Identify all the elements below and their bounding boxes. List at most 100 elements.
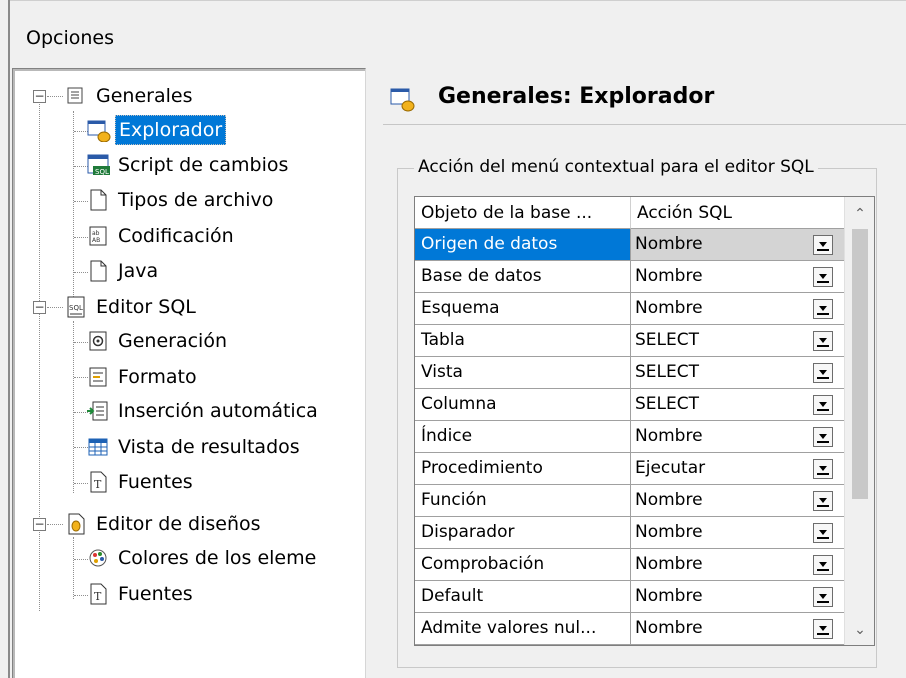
tree-item-java[interactable]: Java [87, 255, 161, 287]
scrollbar-thumb[interactable] [852, 229, 868, 499]
sql-action-select[interactable]: Nombre [631, 421, 845, 453]
sql-action-value: Ejecutar [635, 458, 706, 478]
db-object-cell[interactable]: Disparador [415, 517, 631, 549]
sql-action-select[interactable]: Nombre [631, 261, 845, 293]
dropdown-arrow-icon[interactable] [813, 555, 833, 575]
collapse-generales-toggle[interactable]: − [33, 90, 46, 103]
palette-icon [87, 546, 109, 570]
table-row[interactable]: Default Nombre [415, 581, 845, 613]
scroll-down-icon[interactable]: ⌄ [845, 615, 874, 645]
tree-item-label: Script de cambios [118, 154, 289, 176]
dropdown-arrow-icon[interactable] [813, 331, 833, 351]
dropdown-arrow-icon[interactable] [813, 235, 833, 255]
tree-hline [47, 524, 63, 525]
tree-hline [47, 96, 63, 97]
tree-item-editor-de-disenos[interactable]: Editor de diseños [65, 508, 264, 540]
dropdown-arrow-icon[interactable] [813, 619, 833, 639]
tree-hline [74, 237, 88, 238]
db-object-cell[interactable]: Vista [415, 357, 631, 389]
table-row[interactable]: Admite valores nul... Nombre [415, 613, 845, 645]
window-title: Opciones [26, 27, 114, 49]
sql-action-select[interactable]: Nombre [631, 517, 845, 549]
dropdown-arrow-icon[interactable] [813, 523, 833, 543]
tree-item-label: Explorador [115, 115, 227, 145]
insert-icon [87, 399, 109, 423]
table-row[interactable]: Procedimiento Ejecutar [415, 453, 845, 485]
column-header-object[interactable]: Objeto de la base ... [415, 197, 631, 229]
table-row[interactable]: Base de datos Nombre [415, 261, 845, 293]
db-object-cell[interactable]: Índice [415, 421, 631, 453]
sql-action-select[interactable]: Nombre [631, 229, 845, 261]
table-row[interactable]: Comprobación Nombre [415, 549, 845, 581]
sql-editor-icon: SQL [65, 295, 87, 319]
db-object-cell[interactable]: Admite valores nul... [415, 613, 631, 645]
grid-scrollbar[interactable]: ⌃ ⌄ [844, 197, 874, 645]
scroll-up-icon[interactable]: ⌃ [845, 199, 874, 229]
dropdown-arrow-icon[interactable] [813, 427, 833, 447]
sql-action-select[interactable]: Nombre [631, 549, 845, 581]
dropdown-arrow-icon[interactable] [813, 267, 833, 287]
dropdown-arrow-icon[interactable] [813, 299, 833, 319]
tree-item-vista-de-resultados[interactable]: Vista de resultados [87, 431, 303, 463]
sql-action-select[interactable]: SELECT [631, 325, 845, 357]
sql-action-value: Nombre [635, 234, 703, 254]
options-tree[interactable]: − Generales Explorador SQL Script de cam… [12, 68, 366, 678]
sql-action-grid[interactable]: Objeto de la base ... Acción SQL Origen … [414, 196, 875, 646]
tree-item-label: Generación [118, 330, 227, 352]
tree-item-insercion-automatica[interactable]: Inserción automática [87, 395, 321, 427]
tree-hline [74, 272, 88, 273]
file-icon [87, 188, 109, 212]
db-object-cell[interactable]: Comprobación [415, 549, 631, 581]
tree-hline [74, 201, 88, 202]
tree-item-generales[interactable]: Generales [65, 80, 195, 112]
sql-action-select[interactable]: Ejecutar [631, 453, 845, 485]
table-row[interactable]: Esquema Nombre [415, 293, 845, 325]
tree-connector-editor-disenos [73, 537, 74, 599]
db-object-cell[interactable]: Origen de datos [415, 229, 631, 261]
collapse-editor-disenos-toggle[interactable]: − [33, 518, 46, 531]
dropdown-arrow-icon[interactable] [813, 459, 833, 479]
tree-item-colores[interactable]: Colores de los eleme [87, 542, 319, 574]
db-object-cell[interactable]: Default [415, 581, 631, 613]
tree-item-explorador[interactable]: Explorador [87, 114, 227, 146]
db-object-cell[interactable]: Procedimiento [415, 453, 631, 485]
tree-hline [74, 342, 88, 343]
tree-item-script-de-cambios[interactable]: SQL Script de cambios [87, 149, 291, 181]
tree-connector-root [39, 101, 40, 611]
sql-action-select[interactable]: Nombre [631, 581, 845, 613]
table-row[interactable]: Índice Nombre [415, 421, 845, 453]
sql-script-icon: SQL [87, 153, 110, 177]
dropdown-arrow-icon[interactable] [813, 363, 833, 383]
db-object-cell[interactable]: Columna [415, 389, 631, 421]
db-object-cell[interactable]: Esquema [415, 293, 631, 325]
sql-action-select[interactable]: Nombre [631, 613, 845, 645]
tree-item-generacion[interactable]: Generación [87, 325, 230, 357]
collapse-editor-sql-toggle[interactable]: − [33, 301, 46, 314]
table-row[interactable]: Disparador Nombre [415, 517, 845, 549]
tree-hline [74, 559, 88, 560]
tree-item-tipos-de-archivo[interactable]: Tipos de archivo [87, 184, 276, 216]
tree-item-formato[interactable]: Formato [87, 361, 200, 393]
tree-item-fuentes-disenos[interactable]: T Fuentes [87, 578, 196, 610]
font-icon: T [87, 582, 109, 606]
tree-item-fuentes-sql[interactable]: T Fuentes [87, 466, 196, 498]
dropdown-arrow-icon[interactable] [813, 587, 833, 607]
sql-action-select[interactable]: Nombre [631, 293, 845, 325]
table-row[interactable]: Tabla SELECT [415, 325, 845, 357]
table-row[interactable]: Función Nombre [415, 485, 845, 517]
column-header-action[interactable]: Acción SQL [631, 197, 845, 229]
db-object-cell[interactable]: Función [415, 485, 631, 517]
sql-action-select[interactable]: Nombre [631, 485, 845, 517]
db-object-cell[interactable]: Tabla [415, 325, 631, 357]
sql-action-select[interactable]: SELECT [631, 357, 845, 389]
table-row[interactable]: Vista SELECT [415, 357, 845, 389]
dropdown-arrow-icon[interactable] [813, 395, 833, 415]
dropdown-arrow-icon[interactable] [813, 491, 833, 511]
db-object-cell[interactable]: Base de datos [415, 261, 631, 293]
tree-item-codificacion[interactable]: ab AB Codificación [87, 220, 237, 252]
table-row[interactable]: Origen de datos Nombre [415, 229, 845, 261]
tree-item-editor-sql[interactable]: SQL Editor SQL [65, 291, 199, 323]
sql-action-select[interactable]: SELECT [631, 389, 845, 421]
tree-item-label: Vista de resultados [118, 436, 300, 458]
table-row[interactable]: Columna SELECT [415, 389, 845, 421]
